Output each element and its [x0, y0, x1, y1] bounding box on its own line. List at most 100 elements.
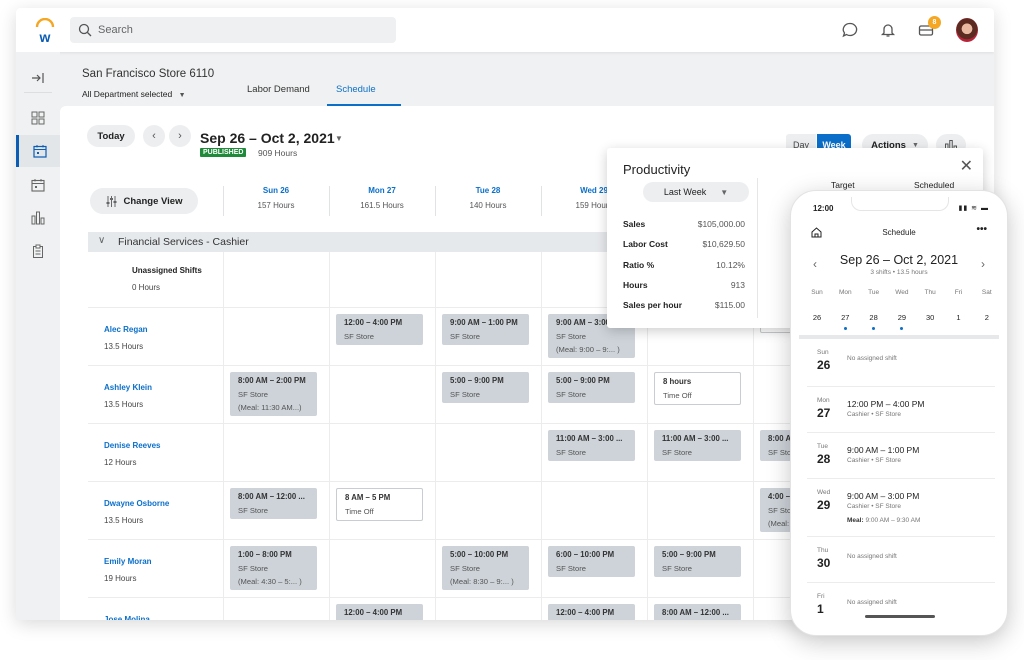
shift-block[interactable]: 9:00 AM – 1:00 PM SF Store [442, 314, 529, 345]
day-cell[interactable]: 5:00 – 9:00 PM SF Store [542, 366, 648, 423]
day-cell[interactable] [224, 252, 330, 307]
more-icon[interactable]: ••• [976, 224, 987, 235]
day-cell[interactable]: 1:00 – 8:00 PM SF Store (Meal: 4:30 – 5:..… [224, 540, 330, 597]
sidebar-item-tasks[interactable] [16, 235, 60, 267]
day-cell[interactable] [330, 252, 436, 307]
shift-location: SF Store [450, 564, 480, 573]
employee-name[interactable]: Denise Reeves [104, 441, 160, 450]
employee-hours: 13.5 Hours [104, 400, 144, 409]
shift-block[interactable]: 12:00 – 4:00 PM SF Store [336, 314, 423, 345]
sidebar-collapse[interactable] [16, 62, 60, 94]
sidebar-item-reports[interactable] [16, 202, 60, 234]
day-cell[interactable] [436, 252, 542, 307]
day-number[interactable]: 1 [945, 313, 973, 322]
shift-block[interactable]: 11:00 AM – 3:00 ... SF Store [654, 430, 741, 461]
day-cell[interactable]: 12:00 – 4:00 PM SF Store [330, 308, 436, 365]
shift-location: SF Store [238, 390, 268, 399]
day-cell[interactable]: 11:00 AM – 3:00 ... SF Store [542, 424, 648, 481]
department-dropdown[interactable]: All Department selected ▼ [82, 89, 186, 99]
day-cell[interactable]: 9:00 AM – 1:00 PM SF Store [436, 308, 542, 365]
employee-name[interactable]: Ashley Klein [104, 383, 152, 392]
day-cell[interactable]: 8 AM – 5 PM Time Off [330, 482, 436, 539]
period-dropdown[interactable]: Last Week ▼ [643, 182, 749, 202]
chat-icon[interactable] [841, 21, 859, 39]
shift-block[interactable]: 8:00 AM – 12:00 ... SF Store [230, 488, 317, 519]
mobile-day-item[interactable]: Fri 1 No assigned shift [807, 583, 995, 627]
day-cell[interactable] [330, 366, 436, 423]
date-range-dropdown[interactable]: Sep 26 – Oct 2, 2021 [200, 130, 335, 146]
day-header[interactable]: Sun 26 157 Hours [223, 186, 329, 210]
home-indicator[interactable] [865, 615, 935, 618]
divider [757, 178, 758, 318]
day-cell[interactable] [648, 482, 754, 539]
shift-block[interactable]: 11:00 AM – 3:00 ... SF Store [548, 430, 635, 461]
avatar[interactable] [956, 18, 978, 42]
day-cell[interactable] [224, 598, 330, 620]
employee-name[interactable]: Alec Regan [104, 325, 148, 334]
sidebar-item-dashboard[interactable] [16, 102, 60, 134]
day-cell[interactable]: 5:00 – 10:00 PM SF Store (Meal: 8:30 – 9:.… [436, 540, 542, 597]
day-number[interactable]: 27 [831, 313, 859, 322]
employee-name[interactable]: Emily Moran [104, 557, 152, 566]
shift-block[interactable]: 5:00 – 9:00 PM SF Store [654, 546, 741, 577]
day-cell[interactable]: 8:00 AM – 12:00 ... SF Store [224, 482, 330, 539]
employee-name[interactable]: Jose Molina [104, 615, 150, 620]
shift-block[interactable]: 5:00 – 9:00 PM SF Store [442, 372, 529, 403]
tab-schedule[interactable]: Schedule [336, 84, 376, 95]
shift-time: 12:00 PM – 4:00 PM [847, 399, 925, 409]
chevron-down-icon[interactable]: ▼ [335, 134, 343, 143]
day-header[interactable]: Tue 28 140 Hours [435, 186, 541, 210]
next-week-button[interactable]: › [169, 125, 191, 147]
search-input[interactable]: Search [70, 17, 396, 43]
day-cell[interactable] [436, 424, 542, 481]
day-cell[interactable]: 12:00 – 4:00 PM [330, 598, 436, 620]
day-number[interactable]: 26 [803, 313, 831, 322]
shift-block[interactable]: 12:00 – 4:00 PM [336, 604, 423, 620]
time-off-block[interactable]: 8 hours Time Off [654, 372, 741, 405]
day-cell[interactable]: 11:00 AM – 3:00 ... SF Store [648, 424, 754, 481]
day-cell[interactable]: 5:00 – 9:00 PM SF Store [436, 366, 542, 423]
sidebar-item-calendar[interactable] [16, 169, 60, 201]
bell-icon[interactable] [879, 21, 897, 39]
mobile-day-item[interactable]: Wed 29 9:00 AM – 3:00 PM Cashier • SF Store… [807, 479, 995, 537]
day-cell[interactable] [330, 540, 436, 597]
day-cell[interactable]: 8 hours Time Off [648, 366, 754, 423]
today-button[interactable]: Today [87, 125, 135, 147]
employee-name[interactable]: Dwayne Osborne [104, 499, 169, 508]
day-number[interactable]: 28 [860, 313, 888, 322]
day-cell[interactable] [224, 424, 330, 481]
close-icon[interactable]: ✕ [960, 156, 973, 176]
day-cell[interactable]: 12:00 – 4:00 PM [542, 598, 648, 620]
mobile-day-item[interactable]: Tue 28 9:00 AM – 1:00 PM Cashier • SF Store [807, 433, 995, 479]
day-cell[interactable] [224, 308, 330, 365]
day-cell[interactable]: 8:00 AM – 12:00 ... [648, 598, 754, 620]
prev-week-button[interactable]: ‹ [143, 125, 165, 147]
day-cell[interactable] [436, 598, 542, 620]
mobile-day-item[interactable]: Thu 30 No assigned shift [807, 537, 995, 583]
time-off-block[interactable]: 8 AM – 5 PM Time Off [336, 488, 423, 521]
shift-block[interactable]: 5:00 – 9:00 PM SF Store [548, 372, 635, 403]
day-cell[interactable] [542, 482, 648, 539]
shift-block[interactable]: 8:00 AM – 12:00 ... [654, 604, 741, 620]
shift-block[interactable]: 6:00 – 10:00 PM SF Store [548, 546, 635, 577]
day-number[interactable]: 29 [888, 313, 916, 322]
day-cell[interactable] [436, 482, 542, 539]
sidebar-item-schedule[interactable] [16, 135, 60, 167]
shift-block[interactable]: 8:00 AM – 2:00 PM SF Store (Meal: 11:30 AM… [230, 372, 317, 416]
shift-block[interactable]: 12:00 – 4:00 PM [548, 604, 635, 620]
change-view-button[interactable]: Change View [90, 188, 198, 214]
day-cell[interactable]: 8:00 AM – 2:00 PM SF Store (Meal: 11:30 AM… [224, 366, 330, 423]
day-cell[interactable]: 5:00 – 9:00 PM SF Store [648, 540, 754, 597]
shift-block[interactable]: 1:00 – 8:00 PM SF Store (Meal: 4:30 – 5:..… [230, 546, 317, 590]
tab-labor-demand[interactable]: Labor Demand [247, 84, 310, 95]
sidebar-divider [24, 92, 52, 93]
mobile-day-item[interactable]: Mon 27 12:00 PM – 4:00 PM Cashier • SF Stor… [807, 387, 995, 433]
day-cell[interactable] [330, 424, 436, 481]
day-cell[interactable]: 6:00 – 10:00 PM SF Store [542, 540, 648, 597]
day-number[interactable]: 2 [973, 313, 999, 322]
day-header[interactable]: Mon 27 161.5 Hours [329, 186, 435, 210]
shift-block[interactable]: 5:00 – 10:00 PM SF Store (Meal: 8:30 – 9:.… [442, 546, 529, 590]
workday-logo[interactable]: w [34, 18, 56, 44]
mobile-day-item[interactable]: Sun 26 No assigned shift [807, 339, 995, 387]
day-number[interactable]: 30 [916, 313, 944, 322]
